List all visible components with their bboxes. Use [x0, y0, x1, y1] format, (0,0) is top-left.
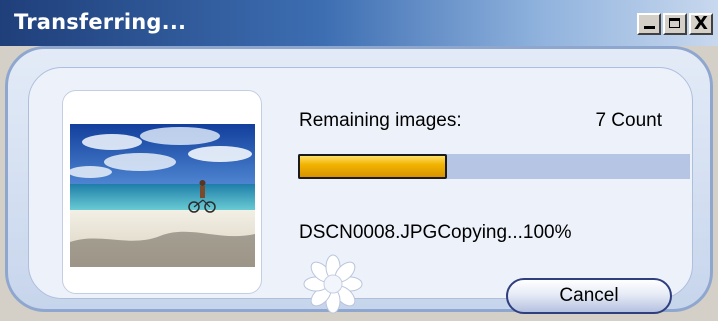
spinner-icon	[302, 253, 364, 315]
beach-photo	[70, 124, 255, 267]
window-title: Transferring...	[14, 10, 187, 34]
thumbnail-frame	[62, 90, 262, 294]
close-button[interactable]: X	[689, 13, 713, 35]
image-thumbnail	[70, 124, 255, 267]
close-icon: X	[694, 13, 708, 34]
minimize-button[interactable]	[637, 13, 661, 35]
remaining-count: 7 Count	[595, 110, 662, 131]
remaining-images-label: Remaining images:	[299, 110, 462, 131]
minimize-icon	[644, 26, 655, 29]
transfer-dialog: Remaining images: 7 Count DSCN0008.JPGCo…	[5, 46, 713, 314]
progress-fill	[298, 154, 447, 179]
cancel-button[interactable]: Cancel	[506, 278, 672, 314]
title-bar[interactable]: Transferring... X	[0, 0, 718, 46]
progress-bar	[298, 154, 690, 179]
maximize-button[interactable]	[663, 13, 687, 35]
spinner-center	[323, 274, 343, 294]
transfer-panel: Remaining images: 7 Count DSCN0008.JPGCo…	[28, 67, 693, 314]
maximize-icon	[669, 18, 680, 28]
transfer-window: Transferring... X Remaining images: 7 Co…	[0, 0, 718, 321]
status-text: DSCN0008.JPGCopying...100%	[299, 222, 572, 243]
